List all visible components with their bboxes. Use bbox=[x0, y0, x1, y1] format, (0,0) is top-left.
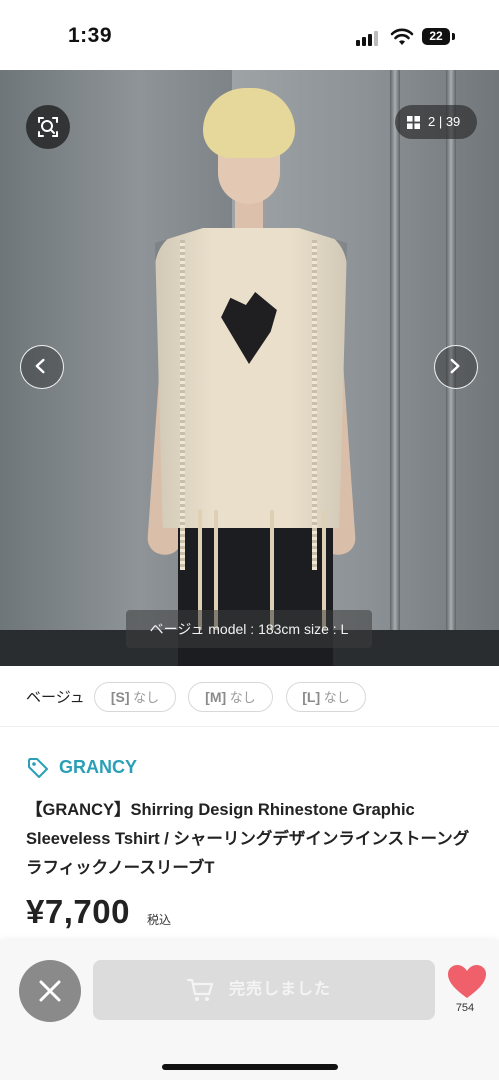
size-chip-s[interactable]: [S] なし bbox=[94, 682, 176, 712]
signal-icon bbox=[356, 30, 380, 46]
brand-name: GRANCY bbox=[59, 757, 138, 777]
size-name: [M] bbox=[205, 689, 227, 705]
shirring-line bbox=[312, 240, 317, 570]
like-button[interactable] bbox=[447, 964, 487, 1000]
prev-image-button[interactable] bbox=[20, 345, 64, 389]
zoom-button[interactable] bbox=[26, 105, 70, 149]
status-time: 1:39 bbox=[68, 24, 113, 47]
cart-icon bbox=[187, 978, 214, 1001]
image-counter[interactable]: 2 | 39 bbox=[395, 105, 477, 139]
grid-icon bbox=[407, 116, 420, 129]
product-image-gallery[interactable]: 2 | 39 ベージュ model : 183cm size : L bbox=[0, 70, 499, 666]
wifi-icon bbox=[390, 28, 414, 45]
chevron-left-icon bbox=[35, 358, 45, 374]
chevron-right-icon bbox=[450, 358, 460, 374]
color-label: ベージュ bbox=[26, 689, 85, 706]
heart-icon bbox=[448, 965, 486, 998]
size-chip-m[interactable]: [M] なし bbox=[188, 682, 273, 712]
like-count: 754 bbox=[455, 1002, 475, 1014]
shirring-line bbox=[180, 240, 185, 570]
size-stock: なし bbox=[133, 690, 160, 705]
close-button[interactable] bbox=[19, 960, 81, 1022]
model-hair bbox=[203, 88, 295, 158]
home-indicator bbox=[162, 1064, 338, 1070]
size-name: [L] bbox=[302, 689, 321, 705]
status-bar: 1:39 22 bbox=[0, 0, 499, 70]
size-stock: なし bbox=[229, 690, 256, 705]
product-title: 【GRANCY】Shirring Design Rhinestone Graph… bbox=[26, 801, 470, 877]
size-name: [S] bbox=[110, 689, 130, 705]
size-stock: なし bbox=[323, 690, 350, 705]
image-caption: ベージュ model : 183cm size : L bbox=[126, 610, 372, 648]
tag-icon bbox=[28, 758, 48, 778]
variant-row: ベージュ [S] なし [M] なし [L] なし bbox=[0, 666, 499, 727]
product-price: ¥7,700 bbox=[26, 893, 130, 930]
image-pipe bbox=[390, 70, 400, 666]
image-counter-text: 2 | 39 bbox=[428, 114, 461, 129]
battery-icon: 22 bbox=[422, 28, 450, 45]
close-icon bbox=[39, 980, 61, 1002]
battery-cap bbox=[452, 33, 455, 40]
sold-out-button[interactable]: 完売しました bbox=[93, 960, 435, 1020]
search-scan-icon bbox=[38, 117, 58, 137]
size-chip-l[interactable]: [L] なし bbox=[286, 682, 366, 712]
tax-label: 税込 bbox=[147, 913, 172, 927]
sold-out-label: 完売しました bbox=[229, 981, 332, 998]
bottom-action-bar: 完売しました 754 bbox=[0, 940, 499, 1080]
battery-level: 22 bbox=[429, 29, 443, 43]
next-image-button[interactable] bbox=[434, 345, 478, 389]
